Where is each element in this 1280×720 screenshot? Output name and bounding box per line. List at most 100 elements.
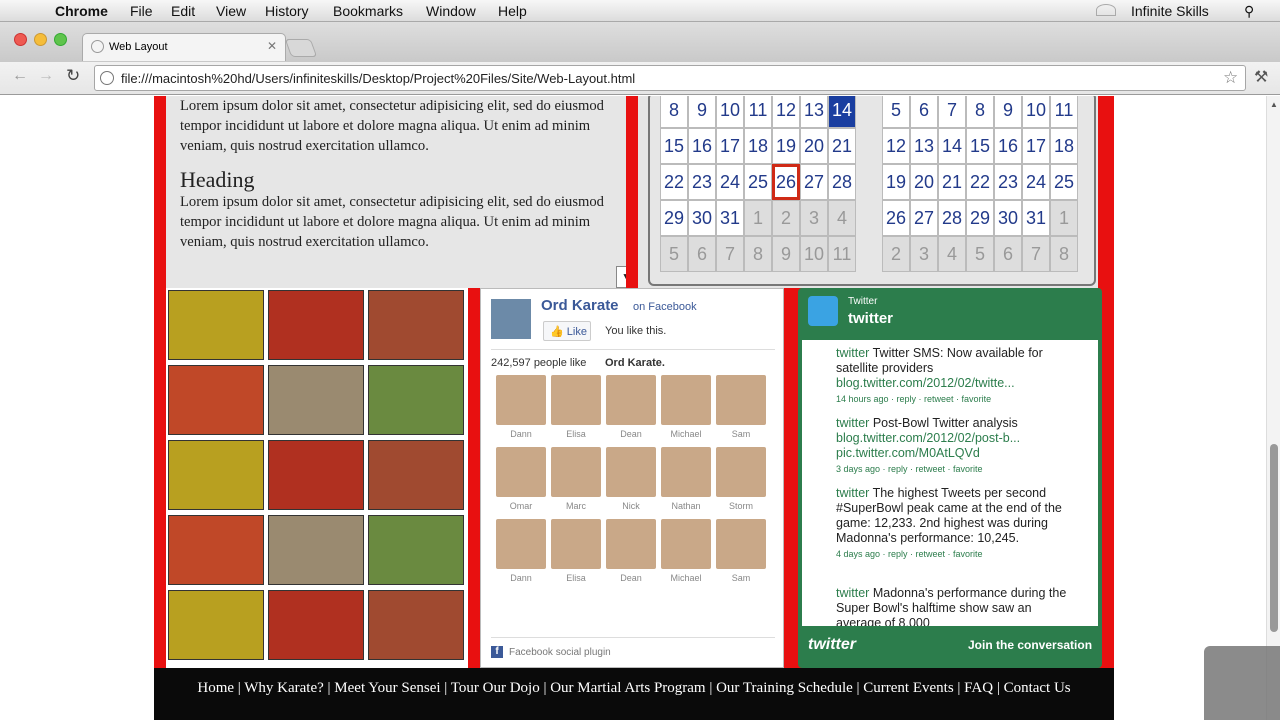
menu-help[interactable]: Help bbox=[498, 3, 527, 19]
wifi-icon[interactable] bbox=[1096, 4, 1116, 16]
calendar-day[interactable]: 28 bbox=[938, 200, 966, 236]
calendar-day[interactable]: 15 bbox=[660, 128, 688, 164]
calendar-day[interactable]: 6 bbox=[688, 236, 716, 272]
tweet-user[interactable]: twitter bbox=[836, 346, 869, 360]
calendar-day[interactable]: 21 bbox=[938, 164, 966, 200]
calendar-day[interactable]: 24 bbox=[716, 164, 744, 200]
calendar-day[interactable]: 10 bbox=[716, 96, 744, 128]
page-info-icon[interactable] bbox=[100, 71, 114, 85]
fan-avatar[interactable] bbox=[716, 375, 766, 425]
tweet-user[interactable]: twitter bbox=[836, 416, 869, 430]
gallery-thumbnail[interactable] bbox=[268, 515, 364, 585]
calendar-day[interactable]: 27 bbox=[910, 200, 938, 236]
fan-avatar[interactable] bbox=[661, 375, 711, 425]
calendar-day[interactable]: 5 bbox=[966, 236, 994, 272]
calendar-day[interactable]: 23 bbox=[688, 164, 716, 200]
gallery-thumbnail[interactable] bbox=[168, 590, 264, 660]
tweet-meta[interactable]: 14 hours ago · reply · retweet · favorit… bbox=[836, 394, 991, 404]
calendar-day[interactable]: 8 bbox=[1050, 236, 1078, 272]
fan-avatar[interactable] bbox=[661, 447, 711, 497]
fan-name[interactable]: Sam bbox=[711, 429, 771, 439]
footer-nav[interactable]: Home | Why Karate? | Meet Your Sensei | … bbox=[154, 668, 1114, 720]
calendar-day[interactable]: 29 bbox=[660, 200, 688, 236]
scroll-down-arrow-icon[interactable]: ▼ bbox=[616, 266, 626, 288]
tweet-link[interactable]: blog.twitter.com/2012/02/post-b... pic.t… bbox=[836, 431, 1020, 460]
gallery-thumbnail[interactable] bbox=[268, 290, 364, 360]
calendar-day[interactable]: 16 bbox=[688, 128, 716, 164]
grid-icon[interactable] bbox=[1204, 646, 1280, 720]
gallery-thumbnail[interactable] bbox=[168, 515, 264, 585]
fan-name[interactable]: Elisa bbox=[546, 429, 606, 439]
calendar-day[interactable]: 28 bbox=[828, 164, 856, 200]
calendar-day[interactable]: 8 bbox=[660, 96, 688, 128]
fan-name[interactable]: Omar bbox=[491, 501, 551, 511]
menu-app-name[interactable]: Chrome bbox=[55, 3, 108, 19]
tweet-user[interactable]: twitter bbox=[836, 586, 869, 600]
tab-web-layout[interactable]: Web Layout ✕ bbox=[82, 33, 286, 61]
calendar-day[interactable]: 6 bbox=[994, 236, 1022, 272]
page-avatar[interactable] bbox=[491, 299, 531, 339]
zoom-window-icon[interactable] bbox=[54, 33, 67, 46]
fan-name[interactable]: Sam bbox=[711, 573, 771, 583]
scroll-up-icon[interactable]: ▲ bbox=[1270, 100, 1278, 109]
fb-plugin-label[interactable]: Facebook social plugin bbox=[509, 647, 611, 658]
twitter-footer-logo[interactable]: twitter bbox=[808, 636, 856, 654]
calendar-day[interactable]: 3 bbox=[910, 236, 938, 272]
fan-avatar[interactable] bbox=[496, 519, 546, 569]
tweet-meta[interactable]: 3 days ago · reply · retweet · favorite bbox=[836, 464, 983, 474]
calendar-day[interactable]: 14 bbox=[938, 128, 966, 164]
calendar-day[interactable]: 7 bbox=[716, 236, 744, 272]
calendar-day[interactable]: 30 bbox=[994, 200, 1022, 236]
calendar-day[interactable]: 19 bbox=[772, 128, 800, 164]
fan-name[interactable]: Nathan bbox=[656, 501, 716, 511]
fan-avatar[interactable] bbox=[606, 375, 656, 425]
fan-name[interactable]: Dean bbox=[601, 429, 661, 439]
calendar-day[interactable]: 9 bbox=[994, 96, 1022, 128]
calendar-day[interactable]: 5 bbox=[882, 96, 910, 128]
fan-avatar[interactable] bbox=[606, 519, 656, 569]
fan-avatar[interactable] bbox=[551, 519, 601, 569]
calendar-day[interactable]: 4 bbox=[938, 236, 966, 272]
fan-name[interactable]: Dann bbox=[491, 429, 551, 439]
fb-like-button[interactable]: 👍 Like bbox=[543, 321, 591, 341]
calendar-day[interactable]: 26 bbox=[882, 200, 910, 236]
calendar-day[interactable]: 25 bbox=[1050, 164, 1078, 200]
calendar-day[interactable]: 4 bbox=[828, 200, 856, 236]
menu-window[interactable]: Window bbox=[426, 3, 476, 19]
fan-name[interactable]: Storm bbox=[711, 501, 771, 511]
calendar-day[interactable]: 10 bbox=[800, 236, 828, 272]
fan-avatar[interactable] bbox=[716, 447, 766, 497]
gallery-thumbnail[interactable] bbox=[368, 590, 464, 660]
fan-avatar[interactable] bbox=[551, 447, 601, 497]
calendar-day[interactable]: 20 bbox=[800, 128, 828, 164]
calendar-day[interactable]: 20 bbox=[910, 164, 938, 200]
menu-bookmarks[interactable]: Bookmarks bbox=[333, 3, 403, 19]
calendar-day[interactable]: 9 bbox=[688, 96, 716, 128]
calendar-day[interactable]: 12 bbox=[772, 96, 800, 128]
fb-page-name[interactable]: Ord Karate bbox=[541, 297, 619, 314]
tweet-meta[interactable]: 4 days ago · reply · retweet · favorite bbox=[836, 549, 983, 559]
gallery-thumbnail[interactable] bbox=[268, 590, 364, 660]
forward-icon[interactable]: → bbox=[38, 67, 54, 85]
calendar-day[interactable]: 31 bbox=[1022, 200, 1050, 236]
calendar-day[interactable]: 19 bbox=[882, 164, 910, 200]
calendar-day[interactable]: 25 bbox=[744, 164, 772, 200]
gallery-thumbnail[interactable] bbox=[268, 440, 364, 510]
wrench-icon[interactable]: ⚒ bbox=[1254, 67, 1268, 87]
calendar-day[interactable]: 7 bbox=[1022, 236, 1050, 272]
calendar-day[interactable]: 21 bbox=[828, 128, 856, 164]
gallery-thumbnail[interactable] bbox=[368, 440, 464, 510]
calendar-day[interactable]: 23 bbox=[994, 164, 1022, 200]
address-bar[interactable]: file:///macintosh%20hd/Users/infiniteski… bbox=[94, 65, 1246, 91]
fan-name[interactable]: Michael bbox=[656, 429, 716, 439]
calendar-day[interactable]: 11 bbox=[1050, 96, 1078, 128]
calendar-day[interactable]: 2 bbox=[772, 200, 800, 236]
calendar-day[interactable]: 11 bbox=[828, 236, 856, 272]
calendar-day[interactable]: 18 bbox=[1050, 128, 1078, 164]
fb-on-facebook[interactable]: on Facebook bbox=[633, 301, 697, 313]
gallery-thumbnail[interactable] bbox=[368, 365, 464, 435]
bookmark-star-icon[interactable]: ☆ bbox=[1223, 68, 1238, 88]
calendar-day[interactable]: 2 bbox=[882, 236, 910, 272]
fan-avatar[interactable] bbox=[661, 519, 711, 569]
gallery-thumbnail[interactable] bbox=[268, 365, 364, 435]
